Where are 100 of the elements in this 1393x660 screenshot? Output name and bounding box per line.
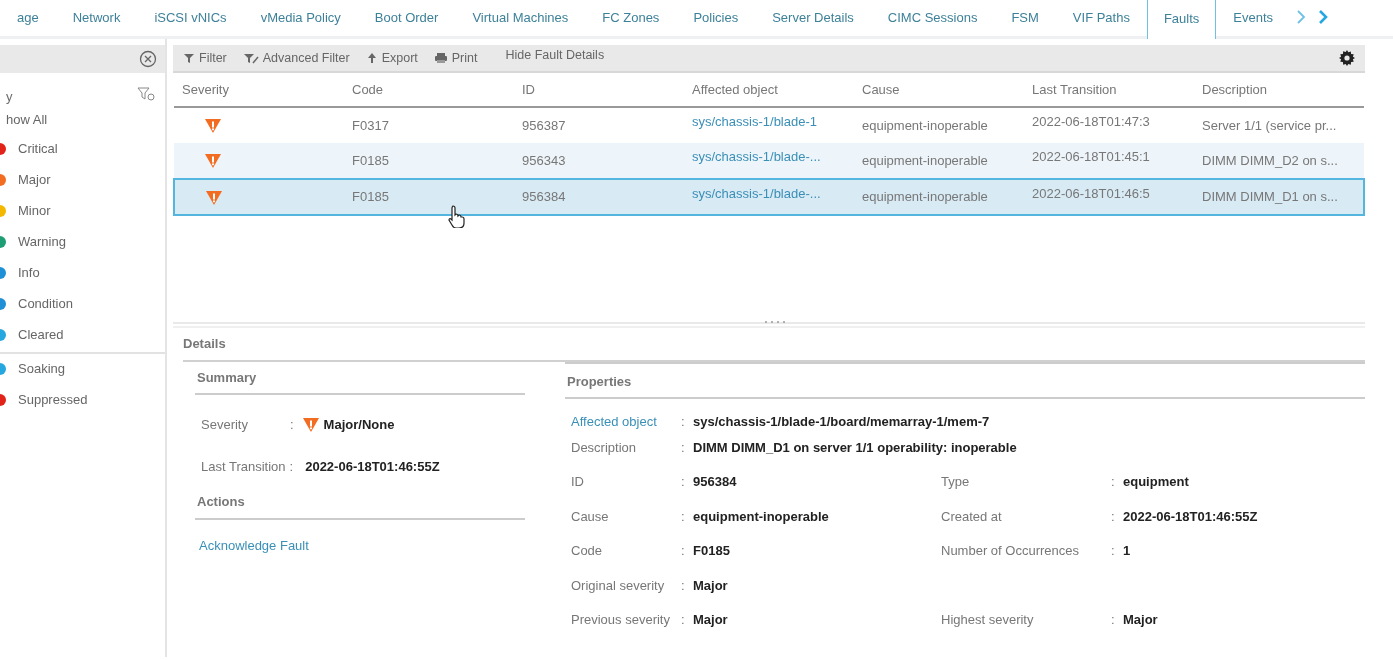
field-value: Major [693, 611, 728, 629]
tab[interactable]: iSCSI vNICs [137, 0, 244, 36]
field-value: DIMM DIMM_D1 on server 1/1 operability: inoperable [693, 438, 1017, 457]
filter-option[interactable]: Info [18, 263, 40, 283]
table-cell: 956384 [514, 179, 684, 215]
column-header[interactable]: Last Transition [1024, 73, 1194, 107]
field-label: Code [571, 542, 604, 560]
filter-option[interactable]: how All [6, 110, 48, 130]
field-value: Major/None [323, 416, 395, 434]
filter-icon [183, 52, 195, 64]
tab[interactable]: FC Zones [585, 0, 677, 36]
section-title: Summary [195, 361, 525, 395]
splitter-handle[interactable] [763, 320, 787, 324]
filter-option[interactable]: Suppressed [18, 390, 88, 410]
table-link[interactable]: sys/chassis-1/blade-1 [684, 107, 854, 143]
separator: : [681, 438, 686, 457]
filter-option[interactable]: Minor [18, 201, 51, 221]
settings-icon[interactable] [1339, 50, 1355, 66]
separator: : [681, 473, 686, 491]
table-link[interactable]: sys/chassis-1/blade-... [684, 143, 854, 179]
warning-icon [301, 416, 320, 433]
filter-option[interactable]: Critical [18, 139, 58, 159]
table-cell: 956387 [514, 107, 684, 143]
field-value: 2022-06-18T01:46:55Z [305, 457, 440, 476]
tab[interactable]: Virtual Machines [455, 0, 586, 36]
table-cell: DIMM DIMM_D1 on s... [1194, 179, 1364, 215]
separator: : [681, 576, 686, 595]
tab[interactable]: FSM [994, 0, 1056, 36]
field-value: Major [1123, 611, 1158, 629]
tab[interactable]: Boot Order [357, 0, 456, 36]
warning-icon [205, 189, 223, 206]
column-header[interactable]: Cause [854, 73, 1024, 107]
tab[interactable]: Faults [1146, 0, 1217, 39]
separator: : [681, 507, 686, 526]
filter-option[interactable]: Cleared [18, 325, 64, 345]
field-value: equipment-inoperable [693, 507, 829, 526]
print-icon [433, 52, 448, 64]
table-cell: Server 1/1 (service pr... [1194, 107, 1364, 143]
table-cell: 2022-06-18T01:46:5 [1024, 179, 1194, 215]
toolbar-button[interactable]: Print [433, 48, 478, 68]
table-link[interactable]: sys/chassis-1/blade-... [684, 179, 854, 215]
field-label: Number of Occurrences [941, 542, 1080, 560]
field-link[interactable]: Affected object [571, 412, 681, 432]
filter-option[interactable]: Major [18, 170, 51, 190]
toggle-button[interactable]: Hide Fault Details [505, 45, 605, 65]
column-header[interactable]: Description [1194, 73, 1364, 107]
tab[interactable]: Policies [676, 0, 756, 36]
field-value: 1 [1123, 542, 1131, 560]
column-header[interactable]: Affected object [684, 73, 854, 107]
table-cell: F0317 [344, 107, 514, 143]
field-label: Type [941, 473, 971, 491]
table-cell: 2022-06-18T01:47:3 [1024, 107, 1194, 143]
field-value: 956384 [693, 473, 737, 491]
field-label: Cause [571, 507, 610, 526]
section-title: Details [183, 334, 1365, 362]
tab[interactable]: vMedia Policy [243, 0, 358, 36]
tab[interactable]: Server Details [755, 0, 871, 36]
close-icon[interactable] [139, 50, 157, 68]
column-header[interactable]: ID [514, 73, 684, 107]
toolbar-button[interactable]: Filter [183, 48, 227, 68]
toolbar-button[interactable]: Advanced Filter [242, 48, 350, 68]
field-label: ID [571, 473, 585, 491]
filter-icon[interactable] [137, 87, 155, 101]
tab[interactable]: CIMC Sessions [870, 0, 995, 36]
separator: : [1111, 542, 1116, 560]
filter-option[interactable]: Soaking [18, 359, 65, 379]
field-label: Last Transition [201, 457, 286, 476]
field-label: Severity [201, 416, 248, 434]
table-cell: F0185 [344, 179, 514, 215]
field-label: Highest severity [941, 611, 1035, 629]
separator: : [289, 457, 294, 476]
separator: : [1111, 473, 1116, 491]
field-label: Created at [941, 507, 1003, 526]
table-cell: 956343 [514, 143, 684, 179]
filter-edit-icon [242, 52, 259, 64]
upload-icon [365, 52, 378, 64]
field-value: Major [693, 576, 728, 595]
tab[interactable]: Events [1216, 0, 1291, 36]
action-link[interactable]: Acknowledge Fault [199, 535, 309, 555]
table-cell: F0185 [344, 143, 514, 179]
table-cell: equipment-inoperable [854, 179, 1024, 215]
tab[interactable]: Network [55, 0, 138, 36]
separator: : [681, 542, 686, 560]
table-cell: 2022-06-18T01:45:1 [1024, 143, 1194, 179]
separator: : [681, 611, 686, 629]
field-label: Original severity [571, 576, 666, 595]
warning-icon [204, 118, 222, 135]
tab[interactable]: VIF Paths [1055, 0, 1147, 36]
column-header[interactable]: Code [344, 73, 514, 107]
filter-option[interactable]: Warning [18, 232, 66, 252]
toolbar-button[interactable]: Export [365, 48, 418, 68]
table-cell: equipment-inoperable [854, 143, 1024, 179]
filter-option[interactable]: Condition [18, 294, 73, 314]
section-title: Properties [565, 361, 1365, 399]
column-header[interactable]: Severity [174, 73, 344, 107]
table-cell: DIMM DIMM_D2 on s... [1194, 143, 1364, 179]
section-title: Actions [195, 486, 525, 520]
field-value: equipment [1123, 473, 1189, 491]
tab[interactable]: age [0, 0, 56, 36]
field-value: F0185 [693, 542, 730, 560]
